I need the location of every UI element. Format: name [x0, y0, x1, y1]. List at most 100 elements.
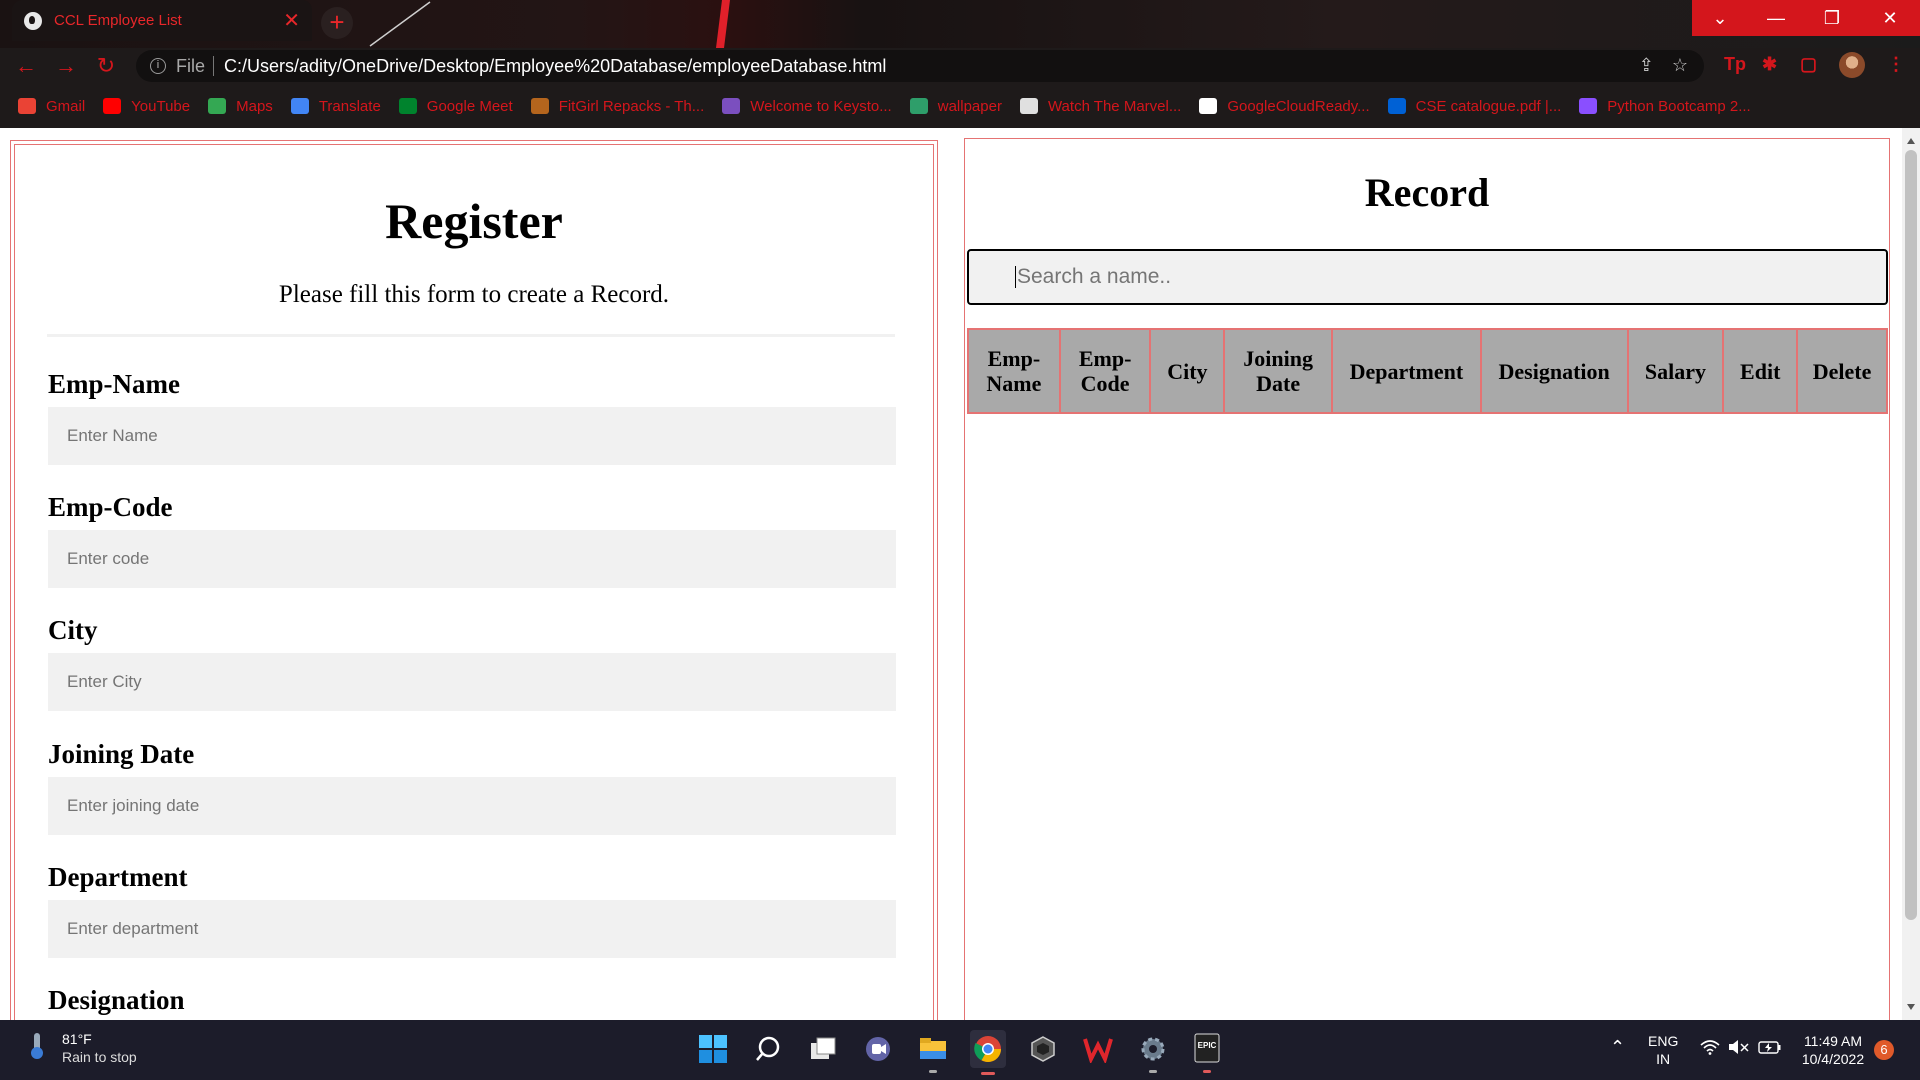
bookmark-item[interactable]: Maps	[208, 98, 273, 115]
register-subtitle: Please fill this form to create a Record…	[278, 281, 670, 308]
scroll-down-arrow-icon[interactable]	[1907, 1004, 1915, 1010]
column-header: Designation	[1479, 328, 1629, 414]
page-favicon-icon	[24, 11, 42, 30]
emp-code-label: Emp-Code	[48, 492, 173, 522]
address-bar[interactable]: i File C:/Users/adity/OneDrive/Desktop/E…	[136, 50, 1704, 82]
notification-badge[interactable]: 6	[1874, 1040, 1894, 1060]
register-title: Register	[385, 193, 563, 249]
scrollbar-thumb[interactable]	[1905, 150, 1917, 920]
epic-games-icon[interactable]: EPIC	[1190, 1032, 1224, 1073]
language-code: ENG	[1648, 1033, 1679, 1049]
bookmark-label: Welcome to Keysto...	[750, 97, 892, 115]
table-header-row: Emp-Name Emp-Code City Joining Date Departme…	[967, 328, 1888, 414]
bookmark-label: CSE catalogue.pdf |...	[1415, 97, 1562, 115]
running-indicator	[981, 1072, 995, 1075]
page-scrollbar[interactable]	[1902, 128, 1920, 1020]
browser-title-bar: CCL Employee List ✕ + ⌄ — ❐ ✕	[0, 0, 1920, 48]
bookmark-item[interactable]: Google Meet	[398, 97, 513, 115]
bookmark-label: Python Bootcamp 2...	[1607, 97, 1751, 115]
bookmark-item[interactable]: GoogleCloudReady...	[1199, 97, 1370, 115]
register-panel-inner: Register Please fill this form to create…	[14, 144, 934, 1020]
app-cube-icon[interactable]	[1026, 1032, 1060, 1066]
bookmark-item[interactable]: CSE catalogue.pdf |...	[1387, 97, 1562, 115]
record-table: Emp-Name Emp-Code City Joining Date Departme…	[967, 328, 1888, 414]
search-icon[interactable]	[751, 1032, 785, 1066]
upwork-icon	[722, 98, 741, 114]
forward-arrow-icon[interactable]: →	[52, 52, 80, 80]
bookmark-item[interactable]: Python Bootcamp 2...	[1579, 97, 1751, 115]
page-viewport: Register Please fill this form to create…	[0, 128, 1902, 1020]
extension-puzzle-icon[interactable]: ✱	[1762, 54, 1777, 75]
column-header: Joining Date	[1223, 328, 1334, 414]
back-arrow-icon[interactable]: ←	[12, 52, 40, 80]
clock[interactable]: 11:49 AM 10/4/2022	[1798, 1032, 1868, 1068]
maps-icon	[208, 98, 227, 114]
emp-name-label: Emp-Name	[48, 369, 180, 399]
bookmark-item[interactable]: Gmail	[18, 98, 85, 115]
svg-text:EPIC: EPIC	[1198, 1041, 1217, 1050]
profile-avatar[interactable]	[1839, 52, 1865, 78]
restore-button[interactable]: ❐	[1804, 0, 1860, 36]
minimize-button[interactable]: —	[1748, 0, 1804, 36]
box-icon	[1387, 98, 1406, 114]
close-window-button[interactable]: ✕	[1860, 0, 1920, 36]
extension-square-icon[interactable]: ▢	[1800, 54, 1817, 75]
reload-icon[interactable]: ↻	[92, 52, 120, 80]
bookmark-label: wallpaper	[937, 97, 1002, 115]
wifi-icon[interactable]	[1700, 1039, 1720, 1059]
gmail-icon	[18, 98, 36, 114]
bookmark-item[interactable]: wallpaper	[909, 97, 1002, 115]
bookmark-star-icon[interactable]: ☆	[1672, 55, 1688, 76]
bookmark-item[interactable]: Welcome to Keysto...	[722, 97, 892, 115]
running-indicator	[1203, 1070, 1211, 1073]
tab-search-button[interactable]: ⌄	[1692, 0, 1748, 36]
running-indicator	[1149, 1070, 1157, 1073]
department-input[interactable]	[48, 900, 896, 958]
share-icon[interactable]: ⇪	[1639, 55, 1654, 76]
bookmark-item[interactable]: YouTube	[103, 98, 190, 115]
bookmark-label: GoogleCloudReady...	[1227, 97, 1370, 115]
info-icon[interactable]: i	[150, 58, 166, 74]
bookmark-label: Google Meet	[426, 97, 513, 115]
bookmark-label: Translate	[318, 97, 381, 115]
bookmark-item[interactable]: Translate	[290, 97, 381, 115]
emp-name-input[interactable]	[48, 407, 896, 465]
menu-kebab-icon[interactable]: ⋮	[1887, 54, 1905, 75]
tab-close-icon[interactable]: ✕	[283, 11, 300, 31]
wallpaper-icon	[909, 98, 928, 114]
text-cursor	[1015, 266, 1016, 288]
scroll-up-arrow-icon[interactable]	[1907, 138, 1915, 144]
url-separator	[213, 56, 215, 76]
department-label: Department	[48, 862, 188, 892]
weather-temperature: 81°F	[62, 1031, 92, 1047]
wps-office-icon[interactable]	[1081, 1032, 1115, 1066]
search-name-input[interactable]	[967, 249, 1888, 305]
weather-widget[interactable]: 81°F Rain to stop	[30, 1030, 137, 1066]
bookmarks-bar: Gmail YouTube Maps Translate Google Meet FitG…	[0, 84, 1920, 128]
record-title: Record	[1364, 170, 1490, 215]
extension-tp-icon[interactable]: Tp	[1724, 54, 1746, 75]
windows-start-icon[interactable]	[696, 1032, 730, 1066]
city-input[interactable]	[48, 653, 896, 711]
background-red-streak	[716, 0, 730, 48]
browser-tab-active[interactable]: CCL Employee List ✕	[12, 0, 312, 41]
url-text[interactable]: C:/Users/adity/OneDrive/Desktop/Employee…	[224, 56, 886, 77]
file-explorer-icon[interactable]	[916, 1032, 950, 1073]
bookmark-item[interactable]: Watch The Marvel...	[1019, 98, 1181, 115]
new-tab-button[interactable]: +	[321, 7, 353, 39]
chevron-up-icon[interactable]: ⌃	[1610, 1038, 1625, 1056]
teams-chat-icon[interactable]	[861, 1032, 895, 1066]
settings-gear-icon[interactable]	[1136, 1032, 1170, 1073]
language-indicator[interactable]: ENG IN	[1648, 1032, 1678, 1068]
bookmark-label: YouTube	[131, 97, 191, 115]
meet-icon	[398, 98, 417, 114]
emp-code-input[interactable]	[48, 530, 896, 588]
bookmark-item[interactable]: FitGirl Repacks - Th...	[530, 98, 704, 115]
python-bootcamp-icon	[1579, 98, 1598, 114]
battery-charging-icon[interactable]	[1758, 1039, 1782, 1059]
joining-date-input[interactable]	[48, 777, 896, 835]
speaker-muted-icon[interactable]	[1728, 1039, 1750, 1059]
task-view-icon[interactable]	[806, 1032, 840, 1066]
chrome-icon[interactable]	[970, 1030, 1006, 1075]
column-header: Emp-Name	[967, 328, 1061, 414]
